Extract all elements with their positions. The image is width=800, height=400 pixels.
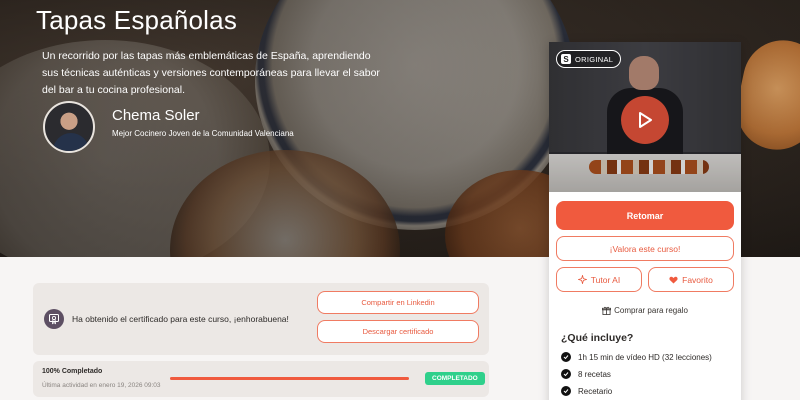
tutor-ai-label: Tutor AI (590, 274, 621, 285)
check-icon (561, 369, 571, 379)
favorite-button[interactable]: Favorito (648, 267, 734, 292)
tutor-ai-button[interactable]: Tutor AI (556, 267, 642, 292)
certificate-message: Ha obtenido el certificado para este cur… (72, 314, 289, 324)
course-title: Tapas Españolas (36, 5, 238, 35)
favorite-label: Favorito (682, 274, 713, 285)
buy-gift-link[interactable]: Comprar para regalo (549, 306, 741, 315)
teacher-name[interactable]: Chema Soler (112, 107, 200, 124)
includes-item: 1h 15 min de vídeo HD (32 lecciones) (561, 352, 712, 362)
play-icon (639, 112, 652, 128)
share-linkedin-button[interactable]: Compartir en Linkedin (317, 291, 479, 314)
download-certificate-button[interactable]: Descargar certificado (317, 320, 479, 343)
original-logo-icon: S (561, 54, 571, 64)
play-button[interactable] (621, 96, 669, 144)
teacher-role: Mejor Cocinero Joven de la Comunidad Val… (112, 129, 294, 138)
certificate-icon (44, 309, 64, 329)
progress-title: 100% Completado (42, 368, 103, 375)
gift-icon (602, 306, 612, 315)
rate-course-button[interactable]: ¡Valora este curso! (556, 236, 734, 261)
original-badge: S ORIGINAL (556, 50, 622, 68)
resume-button[interactable]: Retomar (556, 201, 734, 230)
course-description: Un recorrido por las tapas más emblemáti… (42, 50, 380, 96)
includes-item: 8 recetas (561, 369, 611, 379)
progress-panel: 100% Completado Última actividad en ener… (33, 361, 489, 397)
progress-bar-fill (170, 377, 409, 380)
last-activity: Última actividad en enero 19, 2026 09:03 (42, 382, 161, 389)
heart-icon (669, 276, 678, 284)
sparkle-icon (577, 275, 587, 284)
check-icon (561, 386, 571, 396)
teacher-avatar[interactable] (43, 101, 95, 153)
status-badge: COMPLETADO (425, 372, 485, 385)
course-sidebar-card: S ORIGINAL Retomar ¡Valora este curso! T… (549, 42, 741, 400)
progress-bar (170, 377, 409, 380)
check-icon (561, 352, 571, 362)
includes-item: Recetario (561, 386, 612, 396)
certificate-panel: Ha obtenido el certificado para este cur… (33, 283, 489, 355)
video-preview[interactable]: S ORIGINAL (549, 42, 741, 192)
includes-title: ¿Qué incluye? (561, 332, 634, 344)
